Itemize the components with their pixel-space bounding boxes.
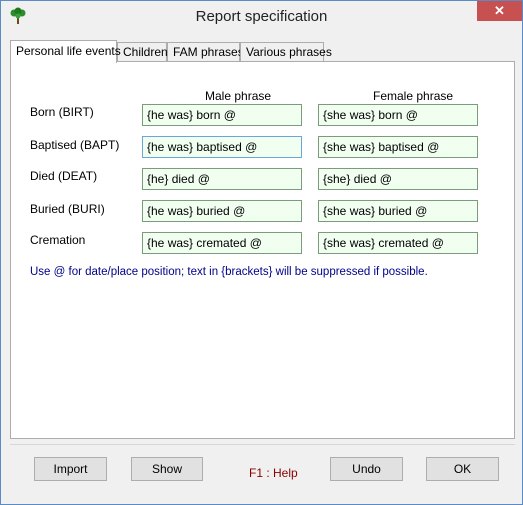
tab-panel: Male phrase Female phrase Born (BIRT) Ba… — [10, 61, 515, 439]
window-title: Report specification — [195, 8, 328, 25]
hint-text: Use @ for date/place position; text in {… — [30, 266, 428, 278]
row-label-died: Died (DEAT) — [30, 169, 98, 183]
row-label-cremation: Cremation — [30, 233, 86, 247]
female-column-header: Female phrase — [373, 89, 454, 103]
report-specification-window: Report specification ✕ Personal life eve… — [0, 0, 523, 505]
born-male-field[interactable] — [142, 104, 302, 126]
cremation-female-field[interactable] — [318, 232, 478, 254]
tab-personal-life-events[interactable]: Personal life events — [10, 40, 121, 63]
show-button[interactable]: Show — [131, 457, 203, 481]
tab-children[interactable]: Children — [117, 42, 168, 62]
died-male-field[interactable] — [142, 168, 302, 190]
buried-female-field[interactable] — [318, 200, 478, 222]
import-button[interactable]: Import — [34, 457, 107, 481]
tab-fam-phrases[interactable]: FAM phrases — [167, 42, 244, 62]
row-label-born: Born (BIRT) — [30, 105, 94, 119]
baptised-male-field[interactable] — [142, 136, 302, 158]
row-label-baptised: Baptised (BAPT) — [30, 138, 120, 152]
row-label-buried: Buried (BURI) — [30, 202, 105, 216]
buried-male-field[interactable] — [142, 200, 302, 222]
help-hint: F1 : Help — [249, 466, 298, 480]
tab-various-phrases[interactable]: Various phrases — [240, 42, 332, 62]
close-icon: ✕ — [494, 3, 505, 18]
title-bar: Report specification ✕ — [1, 1, 522, 31]
died-female-field[interactable] — [318, 168, 478, 190]
born-female-field[interactable] — [318, 104, 478, 126]
ok-button[interactable]: OK — [426, 457, 499, 481]
close-button[interactable]: ✕ — [477, 1, 522, 21]
undo-button[interactable]: Undo — [330, 457, 403, 481]
cremation-male-field[interactable] — [142, 232, 302, 254]
baptised-female-field[interactable] — [318, 136, 478, 158]
male-column-header: Male phrase — [205, 89, 272, 103]
